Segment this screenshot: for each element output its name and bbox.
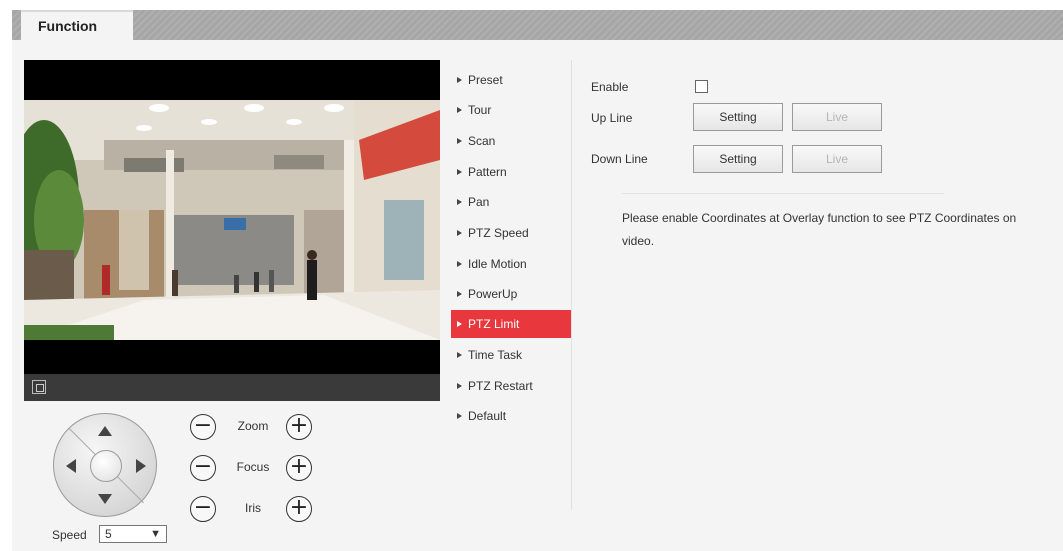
iris-minus-button[interactable]: − [190, 496, 216, 522]
triangle-right-icon [457, 321, 462, 327]
triangle-right-icon [457, 413, 462, 419]
focus-minus-button[interactable]: − [190, 455, 216, 481]
menu-item-label: Pan [468, 195, 490, 209]
zoom-minus-button[interactable]: − [190, 414, 216, 440]
triangle-right-icon [457, 199, 462, 205]
menu-item-time-task[interactable]: Time Task [451, 341, 571, 369]
chevron-down-icon: ▼ [150, 528, 161, 540]
dpad-center-button[interactable] [90, 450, 122, 482]
menu-item-default[interactable]: Default [451, 402, 571, 430]
menu-item-label: Preset [468, 73, 503, 87]
menu-item-label: Pattern [468, 165, 507, 179]
up-line-setting-button[interactable]: Setting [693, 103, 783, 131]
menu-item-ptz-limit[interactable]: PTZ Limit [451, 310, 571, 338]
live-video-image [24, 100, 440, 340]
menu-item-label: PTZ Limit [468, 317, 520, 331]
menu-item-scan[interactable]: Scan [451, 127, 571, 155]
menu-divider [571, 60, 572, 510]
iris-label: Iris [245, 501, 261, 515]
down-line-live-button[interactable]: Live [792, 145, 882, 173]
speed-value: 5 [105, 527, 112, 541]
triangle-right-icon [457, 169, 462, 175]
coordinates-note-line1: Please enable Coordinates at Overlay fun… [622, 211, 1017, 225]
top-tab-bar [12, 10, 1063, 40]
up-line-label: Up Line [591, 111, 633, 125]
down-line-label: Down Line [591, 152, 648, 166]
menu-item-label: Idle Motion [468, 257, 527, 271]
menu-item-tour[interactable]: Tour [451, 96, 571, 124]
video-preview [24, 60, 440, 374]
arrow-down-icon[interactable] [98, 494, 112, 504]
menu-item-pan[interactable]: Pan [451, 188, 571, 216]
iris-plus-button[interactable]: + [286, 496, 312, 522]
triangle-right-icon [457, 230, 462, 236]
fullscreen-icon[interactable] [32, 380, 46, 394]
speed-label: Speed [52, 528, 87, 542]
focus-label: Focus [236, 460, 270, 474]
zoom-label: Zoom [237, 419, 269, 433]
triangle-right-icon [457, 352, 462, 358]
arrow-left-icon[interactable] [66, 459, 76, 473]
menu-item-idle-motion[interactable]: Idle Motion [451, 250, 571, 278]
triangle-right-icon [457, 138, 462, 144]
triangle-right-icon [457, 291, 462, 297]
enable-checkbox[interactable] [695, 80, 708, 93]
zoom-plus-button[interactable]: + [286, 414, 312, 440]
menu-item-label: PTZ Speed [468, 226, 529, 240]
mall-scene-image [24, 100, 440, 340]
triangle-right-icon [457, 261, 462, 267]
up-line-live-button[interactable]: Live [792, 103, 882, 131]
menu-item-powerup[interactable]: PowerUp [451, 280, 571, 308]
ptz-direction-pad[interactable] [53, 413, 157, 517]
menu-item-preset[interactable]: Preset [451, 66, 571, 94]
menu-item-label: PowerUp [468, 287, 518, 301]
menu-item-label: Tour [468, 103, 492, 117]
arrow-up-icon[interactable] [98, 426, 112, 436]
menu-item-label: Scan [468, 134, 496, 148]
triangle-right-icon [457, 77, 462, 83]
tab-function[interactable]: Function [21, 10, 133, 43]
menu-item-label: Time Task [468, 348, 523, 362]
arrow-right-icon[interactable] [136, 459, 146, 473]
focus-plus-button[interactable]: + [286, 455, 312, 481]
enable-label: Enable [591, 80, 629, 94]
speed-select[interactable]: 5 ▼ [99, 525, 167, 543]
menu-item-ptz-restart[interactable]: PTZ Restart [451, 372, 571, 400]
menu-item-pattern[interactable]: Pattern [451, 158, 571, 186]
down-line-setting-button[interactable]: Setting [693, 145, 783, 173]
section-divider [622, 193, 944, 194]
triangle-right-icon [457, 383, 462, 389]
triangle-right-icon [457, 107, 462, 113]
menu-item-label: Default [468, 409, 507, 423]
menu-item-ptz-speed[interactable]: PTZ Speed [451, 219, 571, 247]
menu-item-label: PTZ Restart [468, 379, 533, 393]
coordinates-note-line2: video. [622, 234, 655, 248]
video-toolbar [24, 374, 440, 401]
